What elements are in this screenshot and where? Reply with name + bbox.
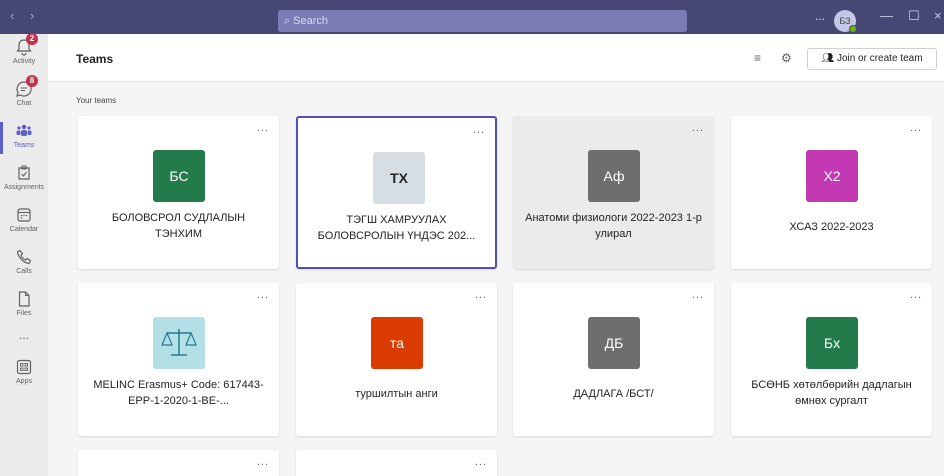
team-avatar: ДБ xyxy=(588,317,640,369)
rail-label: Teams xyxy=(13,142,35,149)
avatar-initials: БЗ xyxy=(839,16,851,26)
more-options-icon[interactable]: ... xyxy=(257,122,269,134)
close-button[interactable]: × xyxy=(934,8,942,23)
minimize-button[interactable]: — xyxy=(880,8,893,23)
team-name: MELINC Erasmus+ Code: 617443-EPP-1-2020-… xyxy=(93,379,264,407)
presence-available-icon xyxy=(849,25,857,33)
rail-item-calendar[interactable]: Calendar xyxy=(0,202,48,246)
more-options-icon[interactable]: ... xyxy=(475,456,487,468)
team-card[interactable]: ... xyxy=(296,450,497,476)
more-options-icon[interactable]: ... xyxy=(257,289,269,301)
team-avatar: Х2 xyxy=(806,150,858,202)
team-avatar: Бх xyxy=(806,317,858,369)
more-options-icon[interactable]: ... xyxy=(692,289,704,301)
rail-label: Assignments xyxy=(3,184,45,191)
team-card[interactable]: ... Аф Анатоми физиологи 2022-2023 1-р у… xyxy=(513,116,714,269)
team-avatar: та xyxy=(371,317,423,369)
more-apps-icon: ... xyxy=(18,328,29,342)
chevron-right-icon[interactable]: › xyxy=(30,8,34,23)
more-options-button[interactable]: ... xyxy=(815,9,825,23)
assignments-icon xyxy=(15,164,33,182)
search-input[interactable]: ⌕ Search xyxy=(278,10,687,32)
team-card[interactable]: ... MELINC Erasmus+ Code: 617443-EPP-1-2… xyxy=(78,283,279,436)
more-options-icon[interactable]: ... xyxy=(475,289,487,301)
team-name: ХСАЗ 2022-2023 xyxy=(789,221,874,233)
rail-label: Calls xyxy=(16,268,32,275)
filter-icon[interactable]: ≡ xyxy=(754,51,761,65)
rail-item-assignments[interactable]: Assignments xyxy=(0,160,48,204)
team-name: ТЭГШ ХАМРУУЛАХ БОЛОВСРОЛЫН ҮНДЭС 202... xyxy=(317,214,476,242)
gear-icon[interactable]: ⚙ xyxy=(781,51,792,65)
phone-icon xyxy=(15,248,33,266)
rail-label: Calendar xyxy=(9,226,39,233)
team-card[interactable]: ... Х2 ХСАЗ 2022-2023 xyxy=(731,116,932,269)
activity-badge: 2 xyxy=(26,33,38,45)
team-card[interactable]: ... та туршилтын анги xyxy=(296,283,497,436)
rail-label: Chat xyxy=(16,100,32,107)
bell-icon: 2 xyxy=(15,33,38,56)
maximize-button[interactable]: ☐ xyxy=(908,8,920,24)
rail-item-teams[interactable]: Teams xyxy=(0,118,48,162)
section-label: Your teams xyxy=(76,96,117,105)
team-name: туршилтын анги xyxy=(355,388,438,400)
main-pane: Teams ≡ ⚙ 👥︎ Join or create team Your te… xyxy=(48,34,944,476)
more-options-icon[interactable]: ... xyxy=(910,289,922,301)
team-card[interactable]: ... БС БОЛОВСРОЛ СУДЛАЛЫН ТЭНХИМ xyxy=(78,116,279,269)
calendar-icon xyxy=(15,206,33,224)
join-label: Join or create team xyxy=(836,53,923,64)
more-options-icon[interactable]: ... xyxy=(257,456,269,468)
avatar[interactable]: БЗ xyxy=(834,10,857,33)
team-name: Анатоми физиологи 2022-2023 1-р улирал xyxy=(525,212,702,240)
more-options-icon[interactable]: ... xyxy=(692,122,704,134)
scales-icon xyxy=(153,317,205,369)
rail-label: Activity xyxy=(12,58,36,65)
title-bar: ‹ › ⌕ Search ... БЗ — ☐ × xyxy=(0,0,944,34)
people-add-icon: 👥︎ xyxy=(821,53,835,64)
app-rail: 2 Activity 8 Chat Teams Assignments Cale… xyxy=(0,33,48,476)
active-indicator xyxy=(0,122,3,154)
team-avatar: Аф xyxy=(588,150,640,202)
team-avatar: БС xyxy=(153,150,205,202)
team-card[interactable]: ... ТХ ТЭГШ ХАМРУУЛАХ БОЛОВСРОЛЫН ҮНДЭС … xyxy=(296,116,497,269)
team-name: ДАДЛАГА /БСТ/ xyxy=(573,388,654,400)
file-icon xyxy=(15,290,33,308)
chat-badge: 8 xyxy=(26,75,38,87)
teams-header: Teams ≡ ⚙ 👥︎ Join or create team xyxy=(48,34,944,82)
team-name: БСӨНБ хөтөлбөрийн дадлагын өмнөх сургалт xyxy=(751,379,912,407)
search-icon: ⌕ xyxy=(284,15,291,27)
join-or-create-team-button[interactable]: 👥︎ Join or create team xyxy=(807,48,937,70)
more-options-icon[interactable]: ... xyxy=(473,124,485,136)
rail-label: Files xyxy=(16,310,32,317)
chat-icon: 8 xyxy=(15,75,38,98)
search-placeholder: Search xyxy=(293,15,329,27)
page-title: Teams xyxy=(76,52,114,66)
more-options-icon[interactable]: ... xyxy=(910,122,922,134)
team-card[interactable]: ... Бх БСӨНБ хөтөлбөрийн дадлагын өмнөх … xyxy=(731,283,932,436)
teams-icon xyxy=(15,122,33,140)
team-card[interactable]: ... xyxy=(78,450,279,476)
chevron-left-icon[interactable]: ‹ xyxy=(10,8,14,23)
rail-item-apps[interactable]: Apps xyxy=(0,354,48,398)
rail-label: Apps xyxy=(16,378,32,385)
team-avatar: ТХ xyxy=(373,152,425,204)
team-card[interactable]: ... ДБ ДАДЛАГА /БСТ/ xyxy=(513,283,714,436)
rail-item-chat[interactable]: 8 Chat xyxy=(0,75,48,120)
apps-icon xyxy=(15,358,33,376)
rail-item-calls[interactable]: Calls xyxy=(0,244,48,288)
team-name: БОЛОВСРОЛ СУДЛАЛЫН ТЭНХИМ xyxy=(111,212,246,240)
rail-item-activity[interactable]: 2 Activity xyxy=(0,33,48,78)
